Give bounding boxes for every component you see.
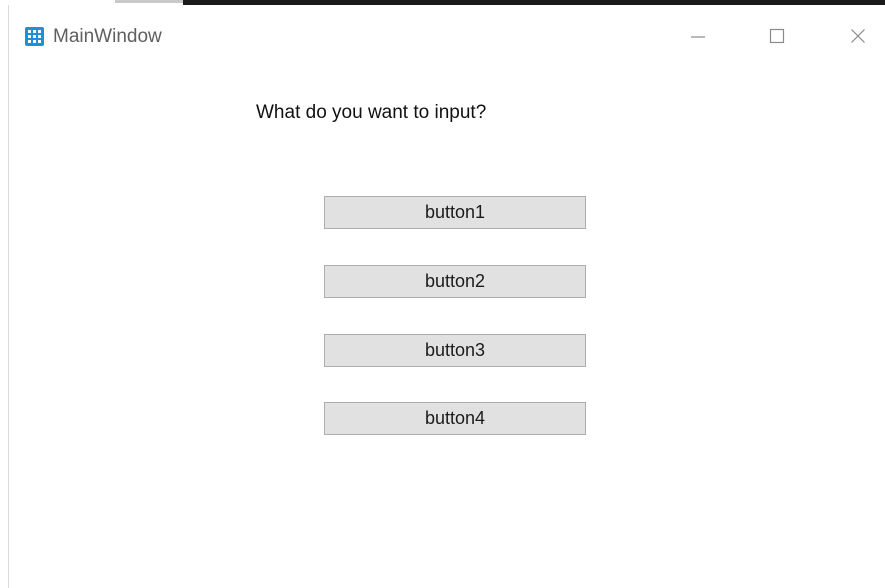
button3[interactable]: button3 [324,334,586,367]
grid-app-icon [25,27,44,46]
maximize-button[interactable] [754,23,800,53]
background-edge [115,0,183,3]
close-icon [850,28,866,49]
window-title: MainWindow [53,26,162,47]
button2[interactable]: button2 [324,265,586,298]
minimize-icon [690,28,706,49]
minimize-button[interactable] [675,23,721,53]
close-button[interactable] [835,23,881,53]
title-bar[interactable]: MainWindow [9,5,885,69]
button1[interactable]: button1 [324,196,586,229]
screen: MainWindow What do you want to input? bu… [0,0,885,588]
maximize-icon [769,28,785,49]
main-window: MainWindow What do you want to input? bu… [8,5,885,588]
button4[interactable]: button4 [324,402,586,435]
prompt-label: What do you want to input? [256,102,487,123]
